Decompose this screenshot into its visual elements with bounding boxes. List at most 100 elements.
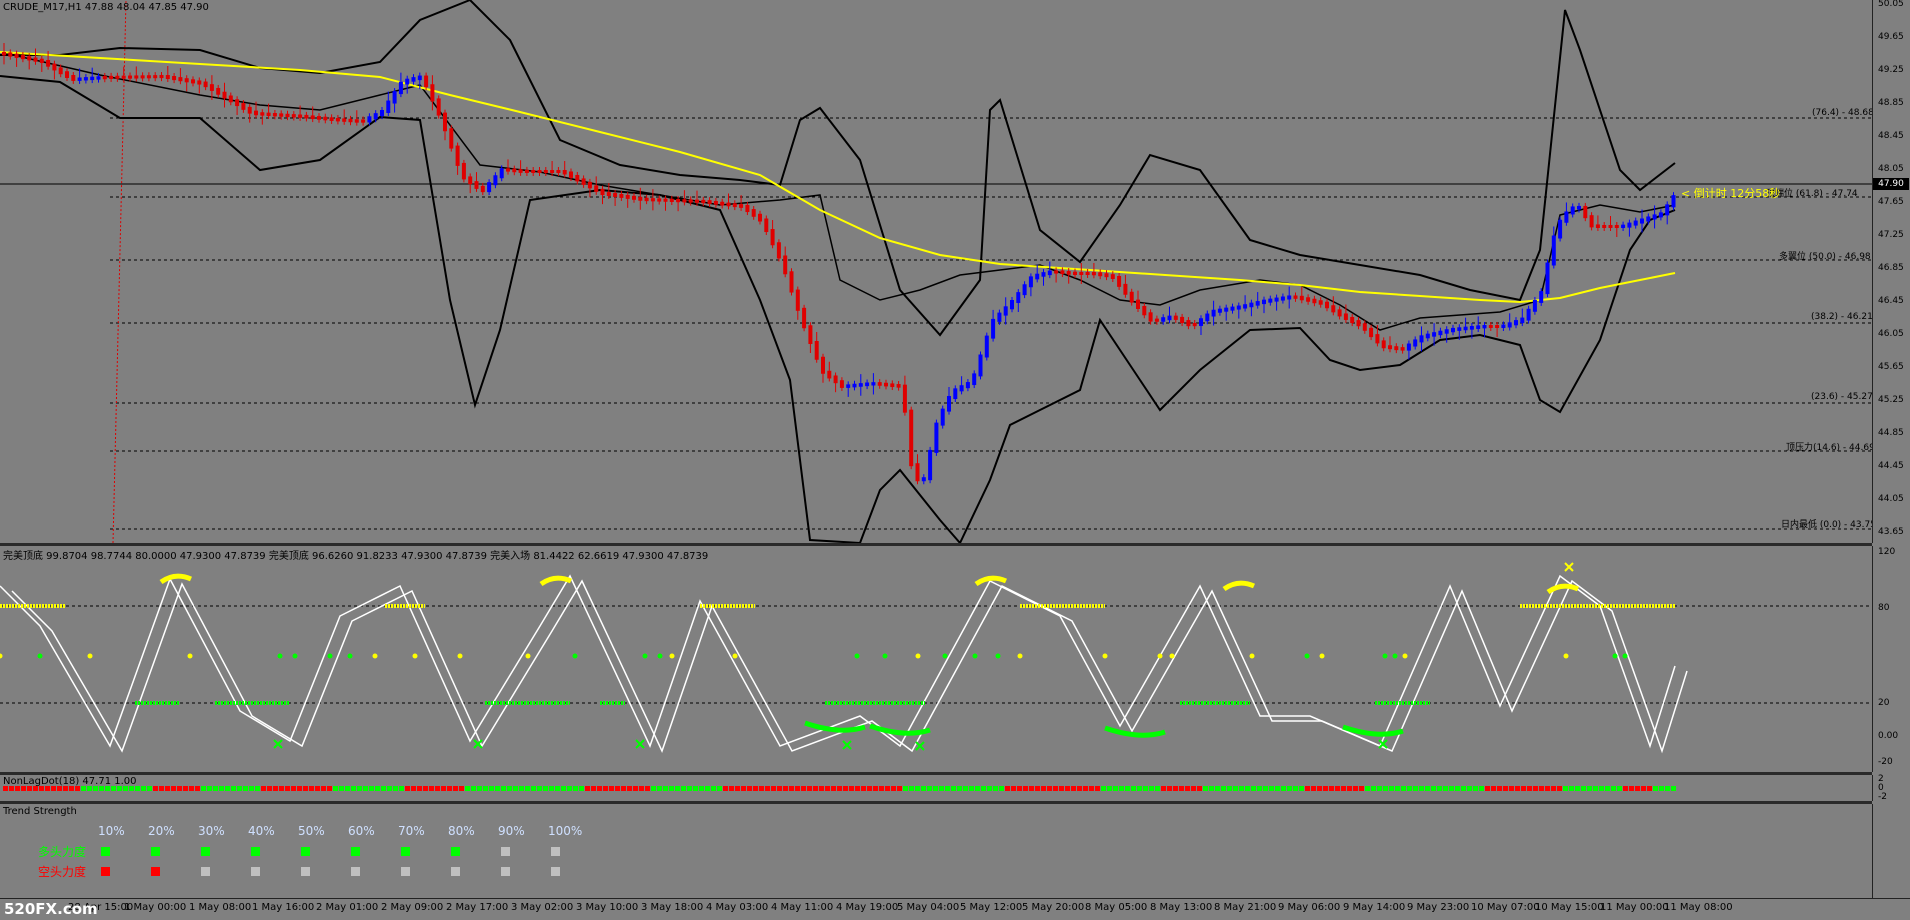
signal-dot	[995, 653, 1001, 659]
peak-arc	[159, 573, 193, 585]
candle-body	[1413, 339, 1418, 347]
nonlagdot-cell	[681, 786, 686, 791]
candle-body	[695, 199, 699, 203]
nonlagdot-cell	[579, 786, 584, 791]
bull-strength-label: 多头力度	[38, 845, 87, 859]
nonlagdot-cell	[99, 786, 104, 791]
nonlagdot-cell	[321, 786, 326, 791]
candle-body	[1192, 322, 1197, 327]
bull-strength-cell	[501, 847, 510, 856]
nonlagdot-cell	[141, 786, 146, 791]
time-label: 11 May 08:00	[1664, 902, 1733, 913]
nonlagdot-cell	[957, 786, 962, 791]
price-chart-panel[interactable]: CRUDE_M17,H1 47.88 48.04 47.85 47.90 (76…	[0, 0, 1876, 543]
candle-body	[499, 168, 504, 179]
signal-dot	[1382, 653, 1388, 659]
candle-body	[140, 75, 145, 79]
nonlagdot-cell	[855, 786, 860, 791]
nonlagdot-cell	[513, 786, 518, 791]
nonlagdot-cell	[393, 786, 398, 791]
price-tick: 46.85	[1878, 263, 1904, 273]
bear-strength-cell	[351, 867, 360, 876]
bull-strength-cell	[551, 847, 560, 856]
trend-percent-label: 10%	[98, 824, 125, 838]
nonlagdot-cell	[543, 786, 548, 791]
candle-body	[1621, 224, 1626, 228]
candle-body	[1627, 222, 1632, 228]
nonlagdot-cell	[1287, 786, 1292, 791]
oscillator-panel[interactable]: 完美顶底 99.8704 98.7744 80.0000 47.9300 47.…	[0, 546, 1872, 772]
nonlagdot-cell	[747, 786, 752, 791]
candle-body	[1230, 306, 1235, 311]
osc-tick-0: 0.00	[1878, 731, 1899, 741]
nonlagdot-cell	[81, 786, 86, 791]
nonlagdot-panel[interactable]: NonLagDot(18) 47.71 1.00	[0, 775, 1872, 801]
signal-dot	[1622, 653, 1628, 659]
candle-body	[506, 168, 510, 172]
candle-body	[543, 170, 548, 173]
nonlagdot-cell	[1221, 786, 1226, 791]
trend-percent-label: 80%	[448, 824, 475, 838]
nonlagdot-cell	[117, 786, 122, 791]
nonlagdot-cell	[651, 786, 656, 791]
price-chart-svg	[0, 0, 1872, 543]
price-tick: 45.25	[1878, 395, 1904, 405]
signal-dot	[1017, 653, 1023, 659]
candle-body	[1406, 343, 1411, 351]
candle-body	[1325, 301, 1329, 309]
candle-body	[1551, 235, 1556, 266]
candle-body	[997, 312, 1002, 322]
candle-body	[1614, 225, 1619, 228]
nonlagdot-cell	[1395, 786, 1400, 791]
nonlagdot-cell	[591, 786, 596, 791]
nonlagdot-cell	[489, 786, 494, 791]
nonlagdot-cell	[1227, 786, 1232, 791]
nonlagdot-cell	[1629, 786, 1634, 791]
nonlagdot-cell	[951, 786, 956, 791]
trend-strength-scale[interactable]	[1872, 804, 1910, 898]
signal-dot	[372, 653, 378, 659]
nonlagdot-cell	[1557, 786, 1562, 791]
nonlagdot-cell	[873, 786, 878, 791]
nonlagdot-cell	[753, 786, 758, 791]
signal-dot	[0, 653, 3, 659]
nonlagdot-cell	[1071, 786, 1076, 791]
nonlagdot-cell	[981, 786, 986, 791]
candle-body	[474, 181, 479, 189]
nonlagdot-cell	[1239, 786, 1244, 791]
candle-body	[77, 77, 82, 81]
candle-body	[1671, 195, 1676, 208]
candle-body	[650, 198, 655, 202]
candle-body	[178, 77, 183, 82]
fib-level-382: (38.2) - 46.21	[1811, 312, 1873, 322]
nonlagdot-cell	[1479, 786, 1484, 791]
nonlagdot-cell	[1419, 786, 1424, 791]
osc-tick-neg20: -20	[1878, 757, 1893, 767]
bear-strength-cell	[551, 867, 560, 876]
nonlagdot-cell	[93, 786, 98, 791]
nonlagdot-cell	[303, 786, 308, 791]
nonlagdot-cell	[837, 786, 842, 791]
nonlagdot-cell	[645, 786, 650, 791]
candle-body	[877, 382, 882, 386]
candle-body	[1293, 295, 1298, 299]
candle-body	[902, 384, 907, 413]
price-tick: 44.45	[1878, 461, 1904, 471]
osc-tick-120: 120	[1878, 547, 1896, 557]
nonlagdot-cell	[399, 786, 404, 791]
nonlagdot-cell	[1593, 786, 1598, 791]
nonlagdot-cell	[183, 786, 188, 791]
candle-body	[632, 195, 636, 200]
nonlagdot-cell	[1575, 786, 1580, 791]
nonlagdot-cell	[15, 786, 20, 791]
trend-strength-panel[interactable]: Trend Strength 10% 20% 30% 40% 50% 60% 70% 80% 9…	[0, 804, 1872, 898]
candle-body	[1211, 309, 1216, 317]
candle-body	[216, 87, 221, 95]
nonlagdot-cell	[843, 786, 848, 791]
bear-strength-cell	[451, 867, 460, 876]
candle-body	[865, 382, 870, 387]
nonlagdot-cell	[1041, 786, 1046, 791]
nonlagdot-cell	[261, 786, 266, 791]
candle-body	[455, 145, 460, 166]
nonlagdot-cell	[441, 786, 446, 791]
